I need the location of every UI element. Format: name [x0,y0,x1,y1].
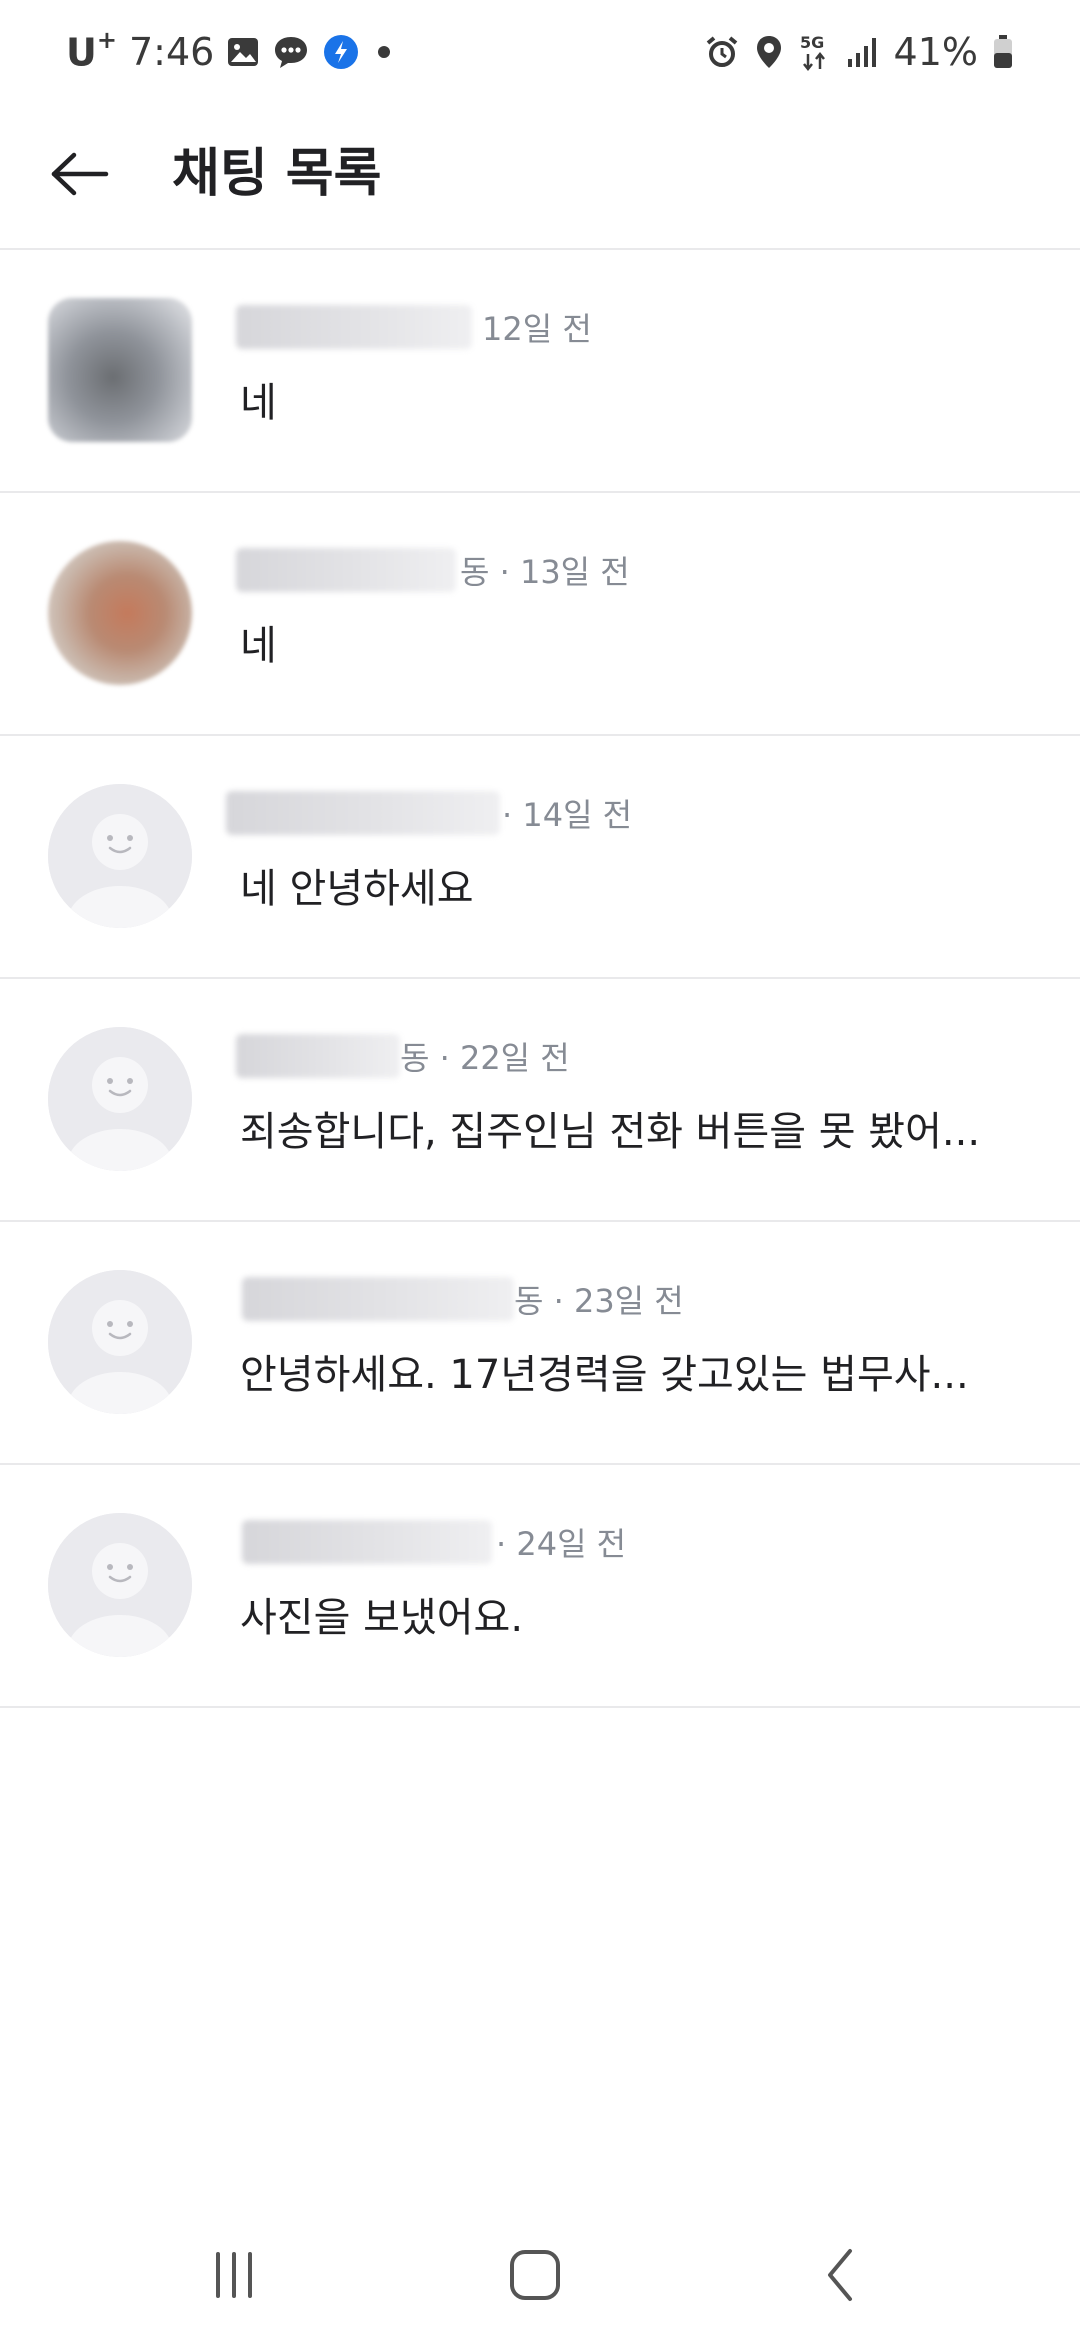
back-icon [828,2249,852,2301]
chat-meta-row: 동 · 23일 전 [242,1276,684,1322]
chat-meta: · 24일 전 [496,1525,627,1563]
chat-meta-row: 동 · 22일 전 [236,1033,570,1079]
chat-list-item[interactable]: 12일 전 네 [0,250,1080,493]
battery-percent: 41% [893,30,978,74]
chat-list-item[interactable]: 동 · 23일 전 안녕하세요. 17년경력을 갖고있는 법무사... [0,1222,1080,1465]
recent-apps-icon [216,2252,252,2298]
carrier-label: U+ [66,26,117,75]
avatar [48,784,192,928]
chat-last-message: 사진을 보냈어요. [240,1595,524,1641]
chat-list: 12일 전 네 동 · 13일 전 네 · 14일 전 네 안녕하세요 동 · … [0,250,1080,1708]
chat-last-message: 네 [240,380,277,426]
avatar [48,298,192,442]
avatar [48,1270,192,1414]
chat-meta-row: 동 · 13일 전 [236,547,630,593]
default-avatar-icon [48,1513,192,1657]
name-redacted [226,791,500,835]
battery-icon [992,34,1014,70]
location-icon [754,34,784,70]
name-redacted [242,1520,492,1564]
carrier-name: U [66,30,97,75]
chat-last-message: 안녕하세요. 17년경력을 갖고있는 법무사... [240,1352,969,1398]
avatar [48,1027,192,1171]
name-redacted [236,305,472,349]
home-button[interactable] [485,2240,585,2310]
chat-meta-row: · 14일 전 [226,790,632,836]
chat-list-item[interactable]: · 14일 전 네 안녕하세요 [0,736,1080,979]
alarm-icon [704,34,740,70]
nav-back-button[interactable] [790,2240,890,2310]
name-redacted [236,1034,400,1078]
chat-last-message: 네 [240,623,277,669]
chat-list-item[interactable]: 동 · 22일 전 죄송합니다, 집주인님 전화 버튼을 못 봤어... [0,979,1080,1222]
default-avatar-icon [48,784,192,928]
name-redacted [236,548,456,592]
chat-list-item[interactable]: 동 · 13일 전 네 [0,493,1080,736]
avatar [48,541,192,685]
chat-meta: · 14일 전 [502,796,633,834]
default-avatar-icon [48,1027,192,1171]
chat-meta: 12일 전 [482,310,592,348]
chat-bubble-icon [272,34,310,70]
avatar [48,1513,192,1657]
status-left: U+ 7:46 [66,24,396,80]
chat-last-message: 죄송합니다, 집주인님 전화 버튼을 못 봤어... [240,1109,981,1155]
chat-meta: 동 · 22일 전 [400,1039,570,1077]
carrier-plus: + [96,25,117,54]
home-icon [510,2250,560,2300]
page-title: 채팅 목록 [172,144,382,204]
name-redacted [242,1277,514,1321]
system-nav-bar [0,2210,1080,2340]
svg-text:5G: 5G [800,33,824,52]
status-bar: U+ 7:46 5G 41% [0,0,1080,100]
back-arrow-icon [51,152,109,196]
chat-meta: 동 · 13일 전 [460,553,630,591]
5g-icon: 5G [798,32,832,72]
signal-icon [846,35,880,69]
gallery-icon [226,35,260,69]
dot-icon [372,40,396,64]
default-avatar-icon [48,1270,192,1414]
status-time: 7:46 [128,30,215,74]
status-right: 5G 41% [704,24,1014,80]
back-button[interactable] [40,134,120,214]
recent-apps-button[interactable] [184,2240,284,2310]
chat-meta-row: 12일 전 [236,304,592,350]
chat-last-message: 네 안녕하세요 [240,866,474,912]
chat-meta: 동 · 23일 전 [514,1282,684,1320]
app-badge-icon [322,33,360,71]
chat-list-item[interactable]: · 24일 전 사진을 보냈어요. [0,1465,1080,1708]
chat-meta-row: · 24일 전 [242,1519,626,1565]
app-header: 채팅 목록 [0,100,1080,250]
